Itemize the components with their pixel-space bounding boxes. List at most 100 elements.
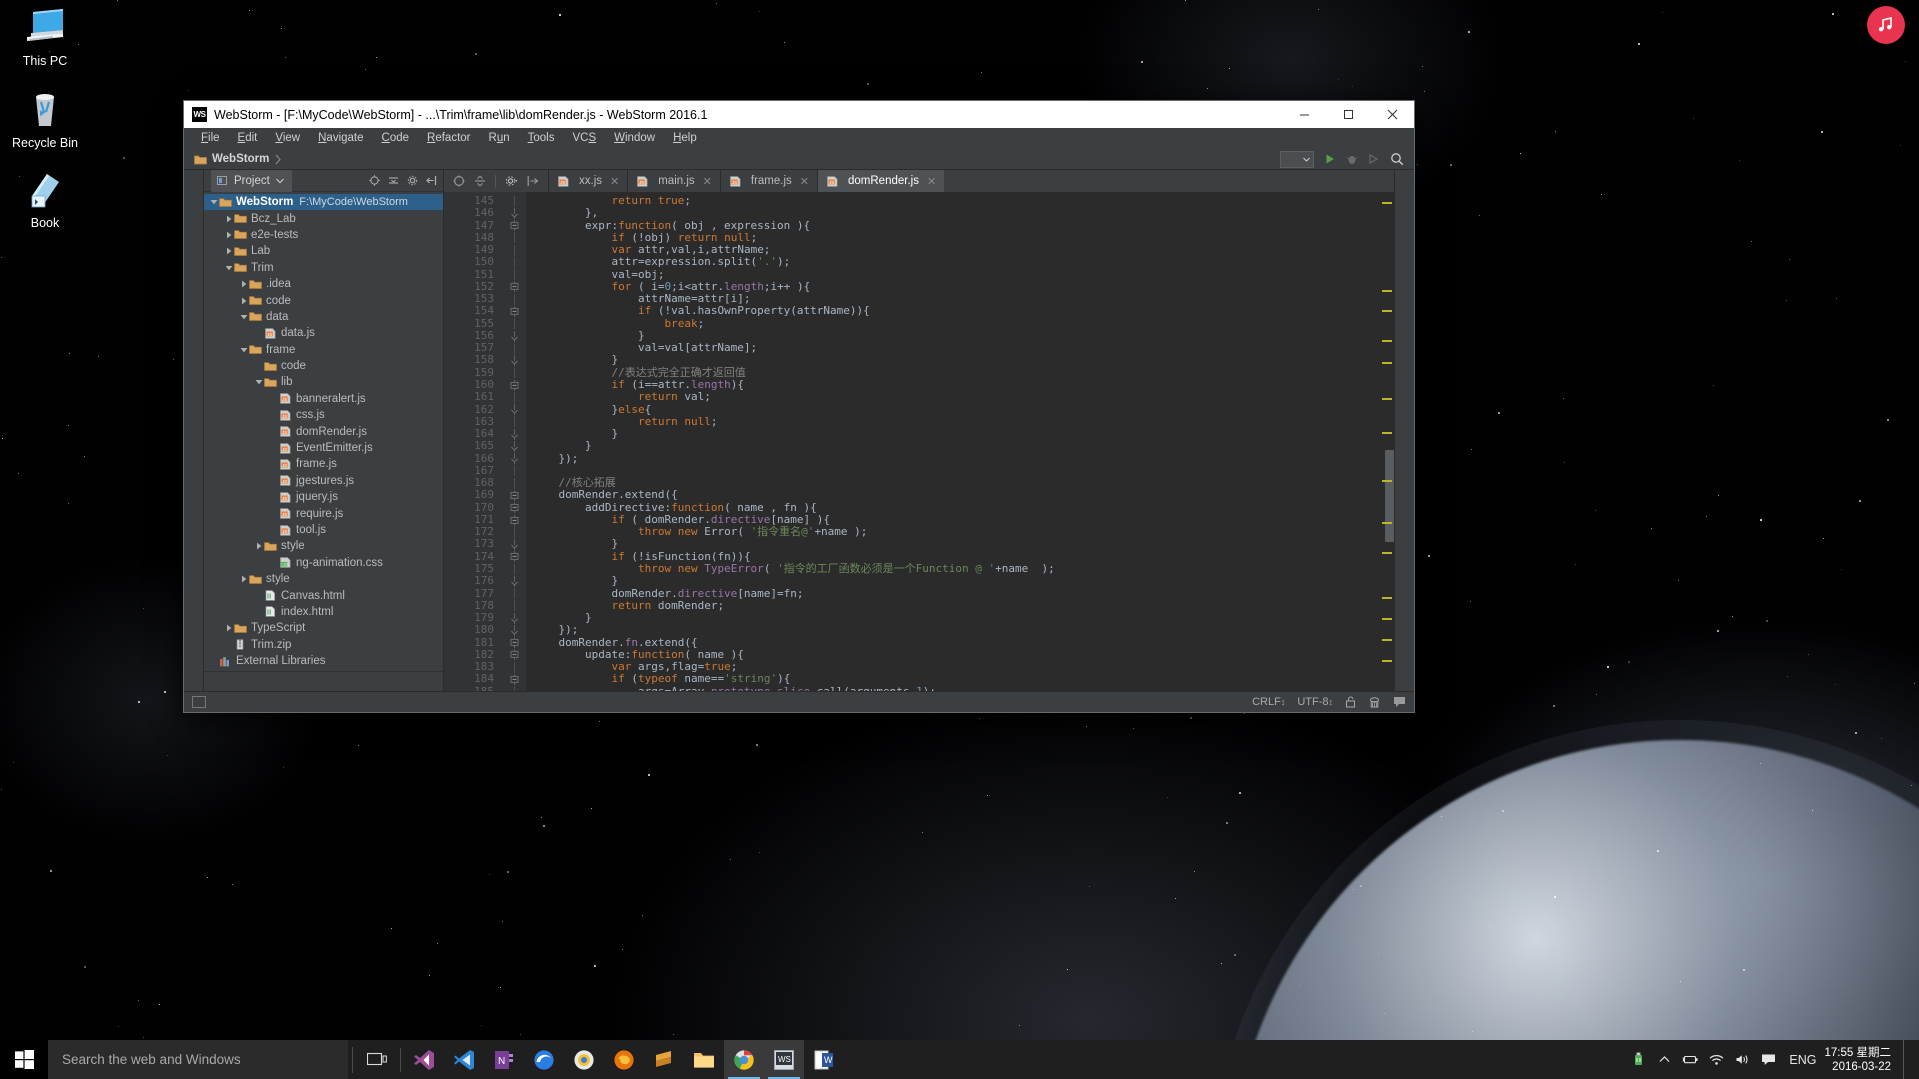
task-view-button[interactable] bbox=[357, 1040, 397, 1079]
taskbar-word[interactable]: W bbox=[804, 1040, 844, 1079]
fold-end-icon[interactable] bbox=[502, 612, 526, 624]
minimize-button[interactable] bbox=[1282, 101, 1326, 128]
hide-icon[interactable] bbox=[426, 175, 437, 186]
fold-end-icon[interactable] bbox=[502, 575, 526, 587]
chevron-down-icon[interactable] bbox=[275, 178, 284, 184]
tree-node-lib[interactable]: lib bbox=[204, 374, 443, 390]
code-folding-column[interactable] bbox=[502, 192, 526, 691]
editor-tab-domRender-js[interactable]: JS domRender.js ✕ bbox=[817, 170, 945, 192]
tree-node-data-js[interactable]: JS data.js bbox=[204, 325, 443, 341]
analysis-marker-strip[interactable] bbox=[1380, 192, 1394, 691]
fold-end-icon[interactable] bbox=[502, 207, 526, 219]
tree-node-data[interactable]: data bbox=[204, 309, 443, 325]
analysis-marker[interactable] bbox=[1382, 597, 1392, 599]
tree-node-style[interactable]: style bbox=[204, 571, 443, 587]
menu-window[interactable]: Window bbox=[605, 128, 664, 149]
tree-node-frame-js[interactable]: JS frame.js bbox=[204, 456, 443, 472]
search-everywhere-icon[interactable] bbox=[1390, 152, 1404, 166]
editor-tab-frame-js[interactable]: JS frame.js ✕ bbox=[719, 170, 817, 192]
target-icon[interactable] bbox=[453, 175, 465, 187]
tree-node-lab[interactable]: Lab bbox=[204, 243, 443, 259]
tree-node-code[interactable]: code bbox=[204, 358, 443, 374]
source-code[interactable]: return true; }, expr:function( obj , exp… bbox=[526, 192, 1380, 691]
fold-expand-icon[interactable] bbox=[502, 514, 526, 526]
collapse-all-icon[interactable] bbox=[388, 175, 399, 186]
analysis-marker[interactable] bbox=[1382, 362, 1392, 364]
window-titlebar[interactable]: WS WebStorm - [F:\MyCode\WebStorm] - ...… bbox=[184, 101, 1414, 128]
tree-toggle[interactable] bbox=[238, 346, 249, 354]
taskbar-edge[interactable] bbox=[524, 1040, 564, 1079]
chevron-right-icon[interactable] bbox=[240, 575, 248, 583]
fold-end-icon[interactable] bbox=[502, 330, 526, 342]
fold-end-icon[interactable] bbox=[502, 428, 526, 440]
taskbar-visual-studio[interactable] bbox=[404, 1040, 444, 1079]
event-log-icon[interactable] bbox=[1393, 696, 1406, 708]
search-input[interactable]: Search the web and Windows bbox=[48, 1040, 348, 1079]
tree-node-code[interactable]: code bbox=[204, 292, 443, 308]
run-configuration-selector[interactable] bbox=[1280, 150, 1314, 168]
desktop-icon-this-pc[interactable]: This PC bbox=[8, 6, 82, 68]
menu-run[interactable]: Run bbox=[480, 128, 519, 149]
taskbar-vscode[interactable] bbox=[444, 1040, 484, 1079]
chevron-right-icon[interactable] bbox=[240, 297, 248, 305]
fold-end-icon[interactable] bbox=[502, 404, 526, 416]
fold-expand-icon[interactable] bbox=[502, 305, 526, 318]
tree-node-typescript[interactable]: TypeScript bbox=[204, 620, 443, 636]
clock[interactable]: 17:55 星期二 2016-03-22 bbox=[1825, 1046, 1903, 1074]
fold-expand-icon[interactable] bbox=[502, 281, 526, 293]
analysis-marker[interactable] bbox=[1382, 398, 1392, 400]
taskbar-file-explorer[interactable] bbox=[684, 1040, 724, 1079]
line-separator-widget[interactable]: CRLF↕ bbox=[1252, 696, 1285, 708]
tree-node-tool-js[interactable]: JS tool.js bbox=[204, 522, 443, 538]
encoding-widget[interactable]: UTF-8↕ bbox=[1297, 696, 1333, 708]
analysis-marker[interactable] bbox=[1382, 639, 1392, 641]
analysis-marker[interactable] bbox=[1382, 522, 1392, 524]
analysis-marker[interactable] bbox=[1382, 432, 1392, 434]
tree-toggle[interactable] bbox=[223, 215, 234, 223]
tree-toggle[interactable] bbox=[208, 198, 219, 206]
tree-node-e2e-tests[interactable]: e2e-tests bbox=[204, 227, 443, 243]
chevron-right-icon[interactable] bbox=[225, 247, 233, 255]
analysis-marker[interactable] bbox=[1382, 552, 1392, 554]
code-viewport[interactable]: 145 146 147 148 149 150 151 152 153 154 155 156 157 1… bbox=[444, 192, 1394, 691]
chevron-down-icon[interactable] bbox=[225, 264, 233, 272]
tree-toggle[interactable] bbox=[223, 264, 234, 272]
analysis-marker[interactable] bbox=[1382, 480, 1392, 482]
editor-scrollbar-thumb[interactable] bbox=[1385, 450, 1394, 542]
chevron-down-icon[interactable] bbox=[210, 198, 218, 206]
menu-help[interactable]: Help bbox=[664, 128, 706, 149]
hector-inspections-icon[interactable] bbox=[1368, 696, 1381, 709]
fold-end-icon[interactable] bbox=[502, 624, 526, 636]
analysis-marker[interactable] bbox=[1382, 660, 1392, 662]
tree-node-frame[interactable]: frame bbox=[204, 342, 443, 358]
menu-vcs[interactable]: VCS bbox=[563, 128, 605, 149]
chevron-right-icon[interactable] bbox=[225, 231, 233, 239]
fold-end-icon[interactable] bbox=[502, 440, 526, 452]
desktop-icon-book[interactable]: Book bbox=[8, 168, 82, 230]
settings-gear-icon[interactable] bbox=[505, 175, 518, 187]
editor-tab-xx-js[interactable]: JS xx.js ✕ bbox=[548, 170, 628, 192]
taskbar-onenote[interactable]: N bbox=[484, 1040, 524, 1079]
gear-icon[interactable] bbox=[407, 175, 418, 186]
tree-node-banneralert-js[interactable]: JS banneralert.js bbox=[204, 391, 443, 407]
debug-icon[interactable] bbox=[1346, 153, 1358, 165]
tree-node-eventemitter-js[interactable]: JS EventEmitter.js bbox=[204, 440, 443, 456]
project-tab[interactable]: Project bbox=[211, 169, 292, 192]
chevron-right-icon[interactable] bbox=[225, 215, 233, 223]
status-widget-icon[interactable] bbox=[192, 696, 206, 708]
tree-node-ng-animation-css[interactable]: CSS ng-animation.css bbox=[204, 555, 443, 571]
fold-end-icon[interactable] bbox=[502, 453, 526, 465]
battery-icon[interactable] bbox=[1677, 1040, 1703, 1079]
menu-tools[interactable]: Tools bbox=[519, 128, 564, 149]
maximize-button[interactable] bbox=[1326, 101, 1370, 128]
tree-node-jquery-js[interactable]: JS jquery.js bbox=[204, 489, 443, 505]
tree-toggle[interactable] bbox=[238, 280, 249, 288]
wifi-icon[interactable] bbox=[1703, 1040, 1729, 1079]
notification-badge[interactable] bbox=[1867, 6, 1905, 44]
fold-expand-icon[interactable] bbox=[502, 489, 526, 501]
menu-code[interactable]: Code bbox=[373, 128, 419, 149]
fold-expand-icon[interactable] bbox=[502, 220, 526, 232]
tree-node-trim[interactable]: Trim bbox=[204, 260, 443, 276]
coverage-icon[interactable] bbox=[1368, 153, 1380, 165]
close-button[interactable] bbox=[1370, 101, 1414, 128]
